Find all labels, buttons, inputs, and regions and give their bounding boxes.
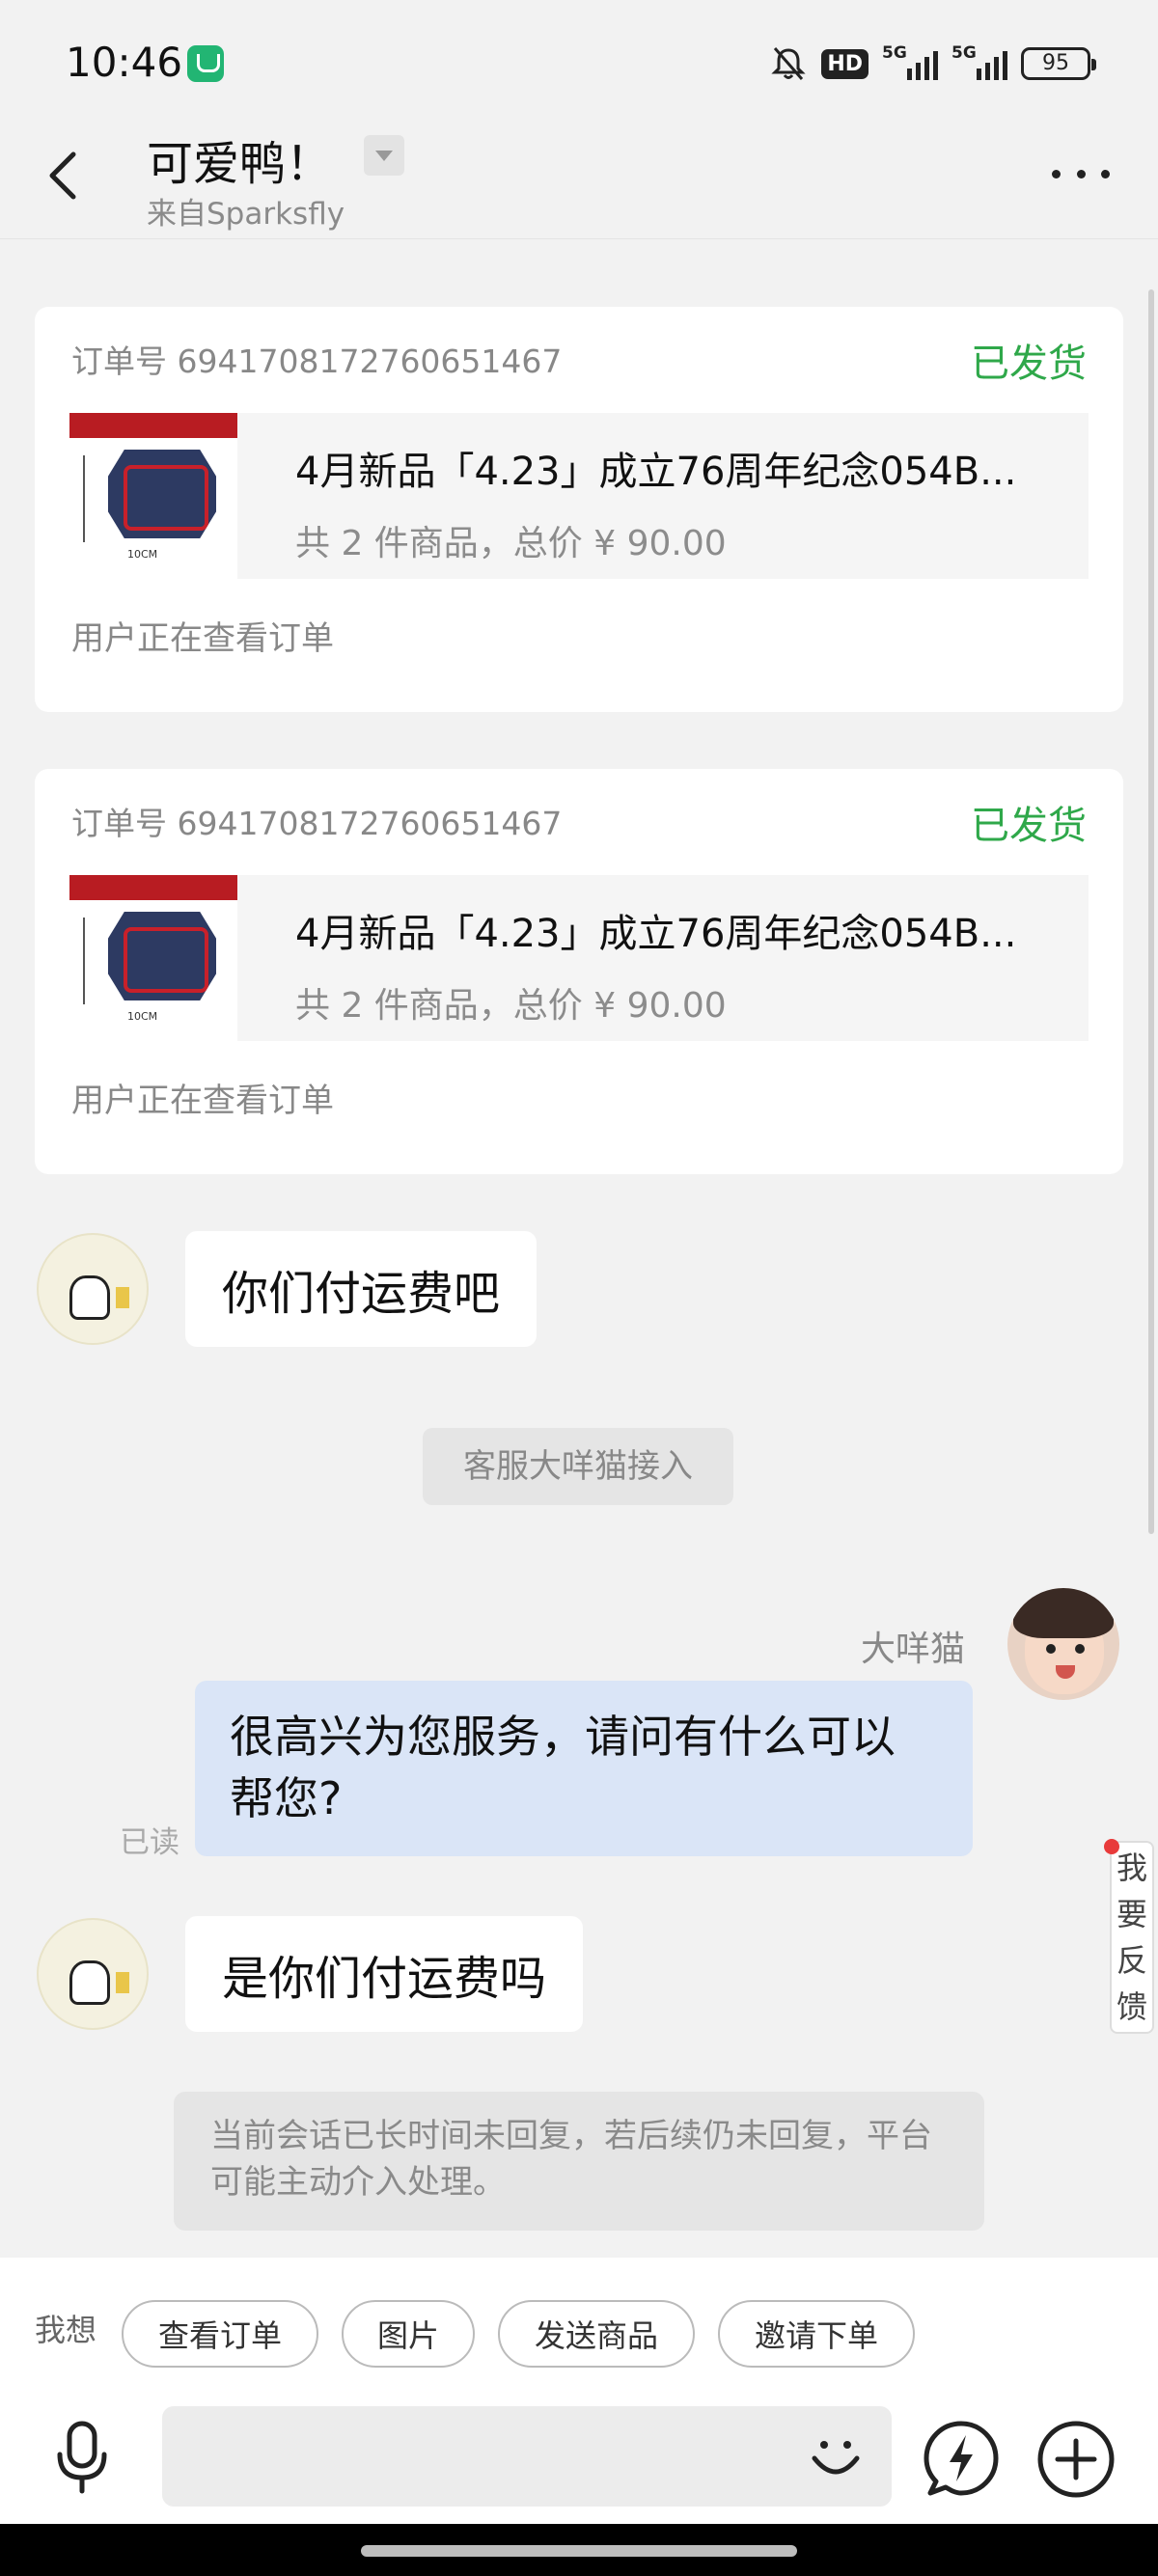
customer-message: 你们付运费吧 — [185, 1231, 538, 1347]
home-handle[interactable] — [361, 2545, 797, 2557]
mic-icon[interactable] — [52, 2420, 112, 2495]
feedback-tab[interactable]: 我要反馈 — [1110, 1841, 1154, 2034]
page-title: 可爱鸭！ — [147, 137, 333, 191]
order-status: 已发货 — [971, 804, 1087, 848]
agent-name: 大咩猫 — [861, 1630, 966, 1669]
message-input[interactable] — [162, 2406, 892, 2507]
quick-reply-image[interactable]: 图片 — [342, 2300, 475, 2368]
system-notice: 当前会话已长时间未回复，若后续仍未回复，平台可能主动介入处理。 — [174, 2092, 984, 2231]
system-message: 客服大咩猫接入 — [423, 1428, 733, 1505]
mute-bell-icon — [771, 47, 806, 80]
status-bar: 10:46 HD 5G 5G 95 — [0, 0, 1158, 125]
product-thumbnail: 10CM — [69, 413, 237, 579]
more-icon[interactable] — [1052, 164, 1110, 183]
product-thumbnail: 10CM — [69, 875, 237, 1041]
plus-icon[interactable] — [1036, 2420, 1116, 2499]
signal-icon-2: 5G — [951, 43, 1007, 80]
status-icons: HD 5G 5G 95 — [769, 42, 1096, 85]
status-time: 10:46 — [66, 39, 183, 86]
agent-avatar[interactable] — [1007, 1588, 1119, 1700]
app-notification-icon — [187, 45, 224, 82]
signal-icon: 5G — [882, 43, 938, 80]
quick-reply-invite-order[interactable]: 邀请下单 — [718, 2300, 915, 2368]
order-product[interactable]: 10CM 4月新品「4.23」成立76周年纪念054B... 共 2 件商品，总… — [69, 413, 1089, 579]
composer: 我想 查看订单 图片 发送商品 邀请下单 — [0, 2258, 1158, 2524]
back-icon[interactable] — [41, 147, 89, 205]
order-footer: 用户正在查看订单 — [71, 1082, 334, 1120]
customer-avatar[interactable] — [37, 1918, 149, 2030]
page-subtitle: 来自Sparksfly — [147, 197, 345, 232]
system-nav-bar — [0, 2524, 1158, 2576]
quick-reply-label: 我想 — [35, 2312, 97, 2348]
customer-avatar[interactable] — [37, 1233, 149, 1345]
order-card[interactable]: 订单号 6941708172760651467 已发货 10CM 4月新品「4.… — [35, 769, 1123, 1174]
notification-dot — [1104, 1839, 1119, 1854]
agent-message: 很高兴为您服务，请问有什么可以帮您? — [195, 1681, 973, 1856]
chat-header: 可爱鸭！ 来自Sparksfly — [0, 125, 1158, 239]
order-product[interactable]: 10CM 4月新品「4.23」成立76周年纪念054B... 共 2 件商品，总… — [69, 875, 1089, 1041]
product-meta: 共 2 件商品，总价 ¥ 90.00 — [295, 986, 727, 1026]
product-title: 4月新品「4.23」成立76周年纪念054B... — [295, 450, 1017, 494]
customer-message: 是你们付运费吗 — [185, 1916, 584, 2032]
emoji-icon[interactable] — [807, 2427, 865, 2485]
order-card[interactable]: 订单号 6941708172760651467 已发货 10CM 4月新品「4.… — [35, 307, 1123, 712]
quick-reply-send-product[interactable]: 发送商品 — [498, 2300, 695, 2368]
order-footer: 用户正在查看订单 — [71, 619, 334, 658]
order-number: 订单号 6941708172760651467 — [71, 805, 563, 842]
order-number: 订单号 6941708172760651467 — [71, 343, 563, 380]
scrollbar[interactable] — [1148, 289, 1154, 1534]
order-status: 已发货 — [971, 342, 1087, 386]
read-status: 已读 — [120, 1825, 179, 1860]
product-title: 4月新品「4.23」成立76周年纪念054B... — [295, 912, 1017, 956]
product-meta: 共 2 件商品，总价 ¥ 90.00 — [295, 524, 727, 563]
hd-badge: HD — [821, 48, 868, 79]
battery-icon: 95 — [1021, 47, 1096, 80]
quick-reply-view-order[interactable]: 查看订单 — [122, 2300, 318, 2368]
bolt-icon[interactable] — [923, 2420, 1000, 2497]
title-dropdown-icon[interactable] — [364, 135, 404, 176]
